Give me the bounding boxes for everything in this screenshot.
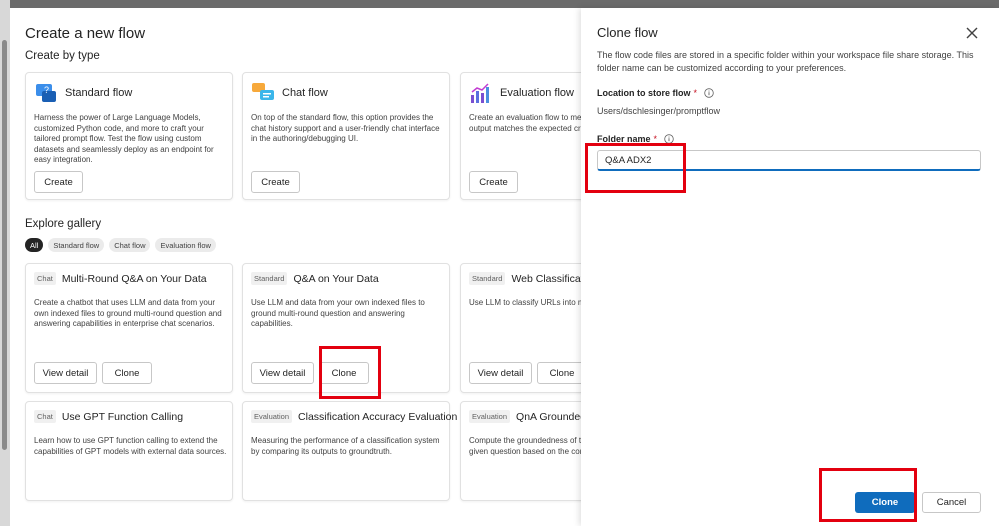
category-tag: Standard [251,272,288,285]
gallery-card-title: QnA Groundedness [516,410,581,423]
clone-button[interactable]: Clone [537,362,581,384]
standard-flow-card[interactable]: ? Standard flow Harness the power of Lar… [25,72,233,200]
card-description: Harness the power of Large Language Mode… [34,113,214,164]
location-value: Users/dschlesinger/promptflow [597,106,721,116]
gallery-card-multi-round-qa[interactable]: Chat Multi-Round Q&A on Your Data Create … [25,263,233,393]
gallery-card-description: Measuring the performance of a classific… [251,436,440,456]
chip-standard-flow[interactable]: Standard flow [48,238,105,252]
panel-description: The flow code files are stored in a spec… [597,50,974,73]
info-icon[interactable] [704,88,714,98]
gallery-card-web-classification[interactable]: Standard Web Classification Use LLM to cl… [460,263,581,393]
clone-flow-panel: Clone flow The flow code files are store… [581,8,999,526]
explore-gallery-heading: Explore gallery [25,218,102,230]
location-label: Location to store flow * [597,88,714,98]
clone-button[interactable]: Clone [319,362,369,384]
gallery-card-title: Web Classification [511,272,581,285]
evaluation-flow-card[interactable]: Evaluation flow Create an evaluation flo… [460,72,581,200]
required-marker: * [653,134,658,144]
gallery-filter-chips: All Standard flow Chat flow Evaluation f… [25,238,216,252]
view-detail-button[interactable]: View detail [34,362,97,384]
gallery-card-gpt-function-calling[interactable]: Chat Use GPT Function Calling Learn how t… [25,401,233,501]
gallery-card-description: Create a chatbot that uses LLM and data … [34,298,222,328]
clone-confirm-button[interactable]: Clone [855,492,915,513]
card-title: Evaluation flow [500,87,574,99]
create-evaluation-button[interactable]: Create [469,171,518,193]
create-chat-button[interactable]: Create [251,171,300,193]
card-description: On top of the standard flow, this option… [251,113,440,143]
chip-all[interactable]: All [25,238,44,252]
gallery-card-description: Use LLM to classify URLs into multiple c… [469,298,581,307]
svg-text:?: ? [44,85,49,95]
gallery-card-description: Use LLM and data from your own indexed f… [251,298,425,328]
category-tag: Chat [34,410,56,423]
page-title: Create a new flow [25,25,146,42]
gallery-card-description: Compute the groundedness of the answer f… [469,436,581,456]
chat-flow-icon [252,83,274,100]
chat-flow-card[interactable]: Chat flow On top of the standard flow, t… [242,72,450,200]
backdrop [0,0,999,8]
gallery-card-title: Multi-Round Q&A on Your Data [61,272,207,285]
chip-chat-flow[interactable]: Chat flow [109,238,151,252]
gallery-card-qna-groundedness[interactable]: Evaluation QnA Groundedness Compute the g… [460,401,581,501]
category-tag: Evaluation [469,410,511,423]
chip-evaluation-flow[interactable]: Evaluation flow [155,238,216,252]
clone-button[interactable]: Clone [102,362,152,384]
cancel-button[interactable]: Cancel [922,492,981,513]
gallery-card-classification-accuracy[interactable]: Evaluation Classification Accuracy Evalua… [242,401,457,501]
folder-name-label-text: Folder name [597,134,651,144]
close-icon[interactable] [965,26,979,40]
gallery-card-title: Classification Accuracy Evaluation [298,410,458,423]
location-label-text: Location to store flow [597,88,691,98]
gallery-card-description: Learn how to use GPT function calling to… [34,436,227,456]
required-marker: * [693,88,698,98]
page-scrollbar[interactable] [0,0,10,526]
card-description: Create an evaluation flow to measure how… [469,113,581,133]
create-flow-panel: Create a new flow Create by type ? Stand… [10,8,581,526]
category-tag: Standard [469,272,506,285]
gallery-card-qa-on-your-data[interactable]: Standard Q&A on Your Data Use LLM and dat… [242,263,450,393]
evaluation-flow-icon [471,83,489,103]
view-detail-button[interactable]: View detail [469,362,532,384]
category-tag: Chat [34,272,56,285]
folder-name-label: Folder name * [597,134,674,144]
create-standard-button[interactable]: Create [34,171,83,193]
card-title: Standard flow [65,87,133,99]
panel-title: Clone flow [597,25,658,40]
info-icon[interactable] [664,134,674,144]
category-tag: Evaluation [251,410,293,423]
gallery-card-title: Q&A on Your Data [293,272,379,285]
folder-name-input[interactable] [597,150,981,171]
standard-flow-icon: ? [36,84,56,102]
create-by-type-heading: Create by type [25,50,100,62]
view-detail-button[interactable]: View detail [251,362,314,384]
gallery-card-title: Use GPT Function Calling [61,410,184,423]
scrollbar-thumb[interactable] [2,40,7,450]
card-title: Chat flow [282,87,328,99]
